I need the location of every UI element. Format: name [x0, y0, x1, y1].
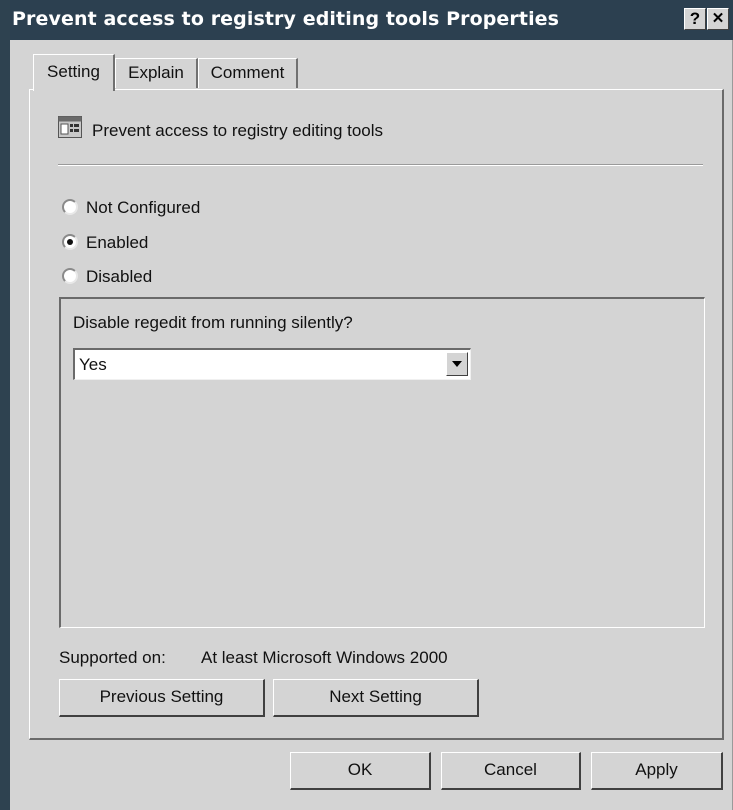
- select-value: Yes: [79, 355, 107, 374]
- next-setting-button[interactable]: Next Setting: [273, 679, 479, 717]
- close-button[interactable]: ✕: [707, 8, 729, 30]
- radio-button[interactable]: [62, 268, 78, 284]
- ok-button[interactable]: OK: [290, 752, 431, 790]
- properties-dialog: Prevent access to registry editing tools…: [10, 0, 733, 810]
- radio-button[interactable]: [62, 234, 78, 250]
- radio-label: Not Configured: [86, 198, 201, 217]
- supported-on: Supported on: At least Microsoft Windows…: [59, 648, 448, 668]
- dropdown-button[interactable]: [446, 352, 468, 376]
- chevron-down-icon: [452, 361, 462, 367]
- options-box: Disable regedit from running silently? Y…: [59, 297, 705, 628]
- radio-label: Disabled: [86, 267, 153, 286]
- supported-value: At least Microsoft Windows 2000: [201, 648, 448, 667]
- radio-button[interactable]: [62, 199, 78, 215]
- separator: [58, 164, 703, 166]
- tab-comment[interactable]: Comment: [198, 58, 298, 88]
- apply-button[interactable]: Apply: [591, 752, 723, 790]
- title-bar[interactable]: Prevent access to registry editing tools…: [10, 0, 733, 40]
- option-question: Disable regedit from running silently?: [73, 313, 353, 332]
- policy-name: Prevent access to registry editing tools: [92, 121, 384, 140]
- window-title: Prevent access to registry editing tools…: [12, 8, 560, 30]
- help-button[interactable]: ?: [684, 8, 706, 30]
- setting-panel: Prevent access to registry editing tools…: [29, 89, 724, 740]
- regedit-silent-select[interactable]: Yes: [73, 348, 471, 380]
- radio-label: Enabled: [86, 233, 149, 252]
- cancel-button[interactable]: Cancel: [441, 752, 581, 790]
- tab-explain[interactable]: Explain: [115, 58, 198, 88]
- tab-setting[interactable]: Setting: [33, 54, 115, 91]
- previous-setting-button[interactable]: Previous Setting: [59, 679, 265, 717]
- policy-setting-icon: [58, 116, 82, 138]
- supported-label: Supported on:: [59, 648, 166, 667]
